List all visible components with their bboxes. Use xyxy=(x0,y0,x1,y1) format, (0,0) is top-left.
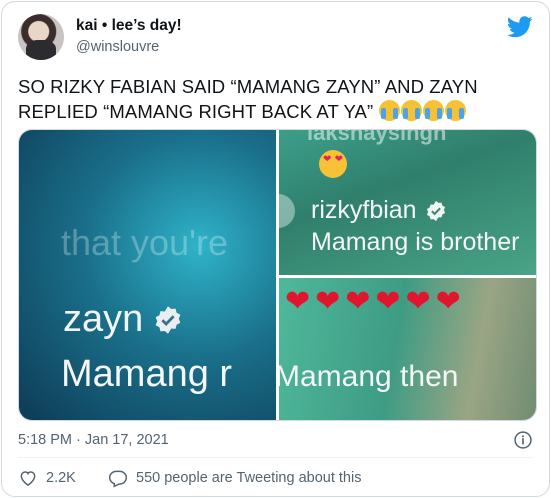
crying-face-icon xyxy=(401,100,423,121)
media-image-bottom-right[interactable]: ❤❤❤❤❤❤ Mamang then xyxy=(279,278,536,420)
user-display-name[interactable]: kai • lee’s day! xyxy=(76,17,182,35)
crying-face-icon xyxy=(379,100,401,121)
media-username: zayn xyxy=(63,298,183,341)
user-handle[interactable]: @winslouvre xyxy=(76,39,159,55)
verified-badge-icon xyxy=(155,305,181,334)
media-avatar xyxy=(279,194,295,228)
tweet-timestamp[interactable]: 5:18 PM · Jan 17, 2021 xyxy=(18,432,169,448)
like-button[interactable]: 2.2K xyxy=(18,468,76,488)
tweet-text: SO RIZKY FABIAN SAID “MAMANG ZAYN” AND Z… xyxy=(18,74,538,124)
like-count: 2.2K xyxy=(46,470,76,486)
info-icon[interactable] xyxy=(513,430,533,450)
media-username: rizkyfbian xyxy=(311,196,447,225)
heart-eyes-emoji-icon xyxy=(319,150,347,178)
tweet-media-grid[interactable]: that you're zayn Mamang r iaksnaysingh r… xyxy=(18,129,537,421)
media-username-text: rizkyfbian xyxy=(311,196,417,224)
heart-icon xyxy=(20,471,36,486)
media-comment: Mamang then xyxy=(279,360,459,393)
ghost-caption: that you're xyxy=(61,222,228,263)
twitter-bird-icon[interactable] xyxy=(507,16,533,38)
media-topline: iaksnaysingh xyxy=(307,130,447,145)
divider xyxy=(18,457,533,458)
media-image-top-right[interactable]: iaksnaysingh rizkyfbian Mamang is brothe… xyxy=(279,130,536,275)
tweet-card[interactable]: kai • lee’s day! @winslouvre SO RIZKY FA… xyxy=(1,1,550,497)
verified-badge-icon xyxy=(426,200,445,221)
media-image-left[interactable]: that you're zayn Mamang r xyxy=(19,130,276,420)
media-comment: Mamang is brother xyxy=(311,228,520,256)
emoji-group xyxy=(379,100,467,122)
media-caption: Mamang r xyxy=(61,353,233,395)
conversation-label: 550 people are Tweeting about this xyxy=(136,470,362,486)
crying-face-icon xyxy=(445,100,467,121)
hearts-row: ❤❤❤❤❤❤ xyxy=(285,285,466,318)
crying-face-icon xyxy=(423,100,445,121)
reply-bubble-icon xyxy=(108,470,128,488)
avatar[interactable] xyxy=(18,14,64,60)
media-username-text: zayn xyxy=(63,298,144,340)
conversation-link[interactable]: 550 people are Tweeting about this xyxy=(108,468,361,488)
